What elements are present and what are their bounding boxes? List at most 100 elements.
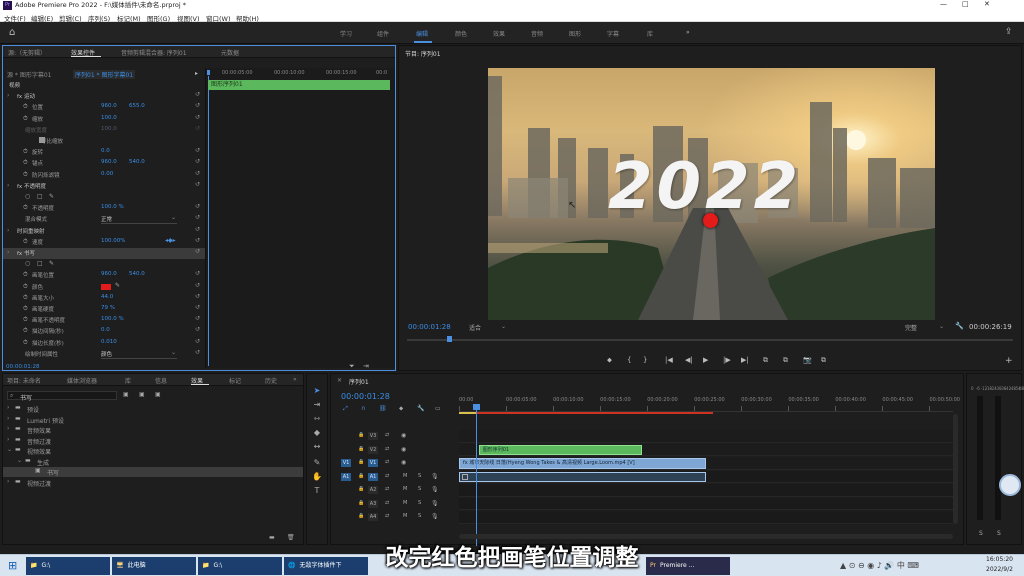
track-name[interactable]: A1 xyxy=(368,472,378,481)
effect-property-row[interactable]: ⏱ 描边长度(秒) 0.010 ↺ xyxy=(3,338,205,349)
eyedropper-icon[interactable]: ✎ xyxy=(115,282,120,289)
effect-property-value[interactable]: 0.0 xyxy=(101,327,110,333)
eye-icon[interactable]: ◉ xyxy=(401,446,406,453)
workspace-more[interactable]: » xyxy=(686,29,690,36)
reset-parameter-icon[interactable]: ↺ xyxy=(195,248,200,255)
workspace-audio[interactable]: 音频 xyxy=(531,29,543,38)
effect-property-row[interactable]: › 时间重映射 ↺ xyxy=(3,226,205,237)
reset-parameter-icon[interactable]: ↺ xyxy=(195,226,200,233)
stopwatch-icon[interactable]: ⏱ xyxy=(23,204,28,212)
accelerated-effects-icon[interactable]: ▣ xyxy=(123,391,129,398)
workspace-graphics[interactable]: 图形 xyxy=(569,29,581,38)
source-clip-label[interactable]: 源 * 图形字幕01 xyxy=(7,70,51,79)
lock-icon[interactable]: 🔒 xyxy=(358,500,364,506)
effects-tree-item[interactable]: › ▬ 预设 xyxy=(3,404,303,414)
effect-property-row[interactable]: ○ □ ✎ xyxy=(3,259,205,270)
effect-property-row[interactable]: 绘制时间属性 颜色 ⌄ ↺ xyxy=(3,349,205,360)
track-content[interactable] xyxy=(459,484,953,497)
effects-tree-item[interactable]: ⌄ ▬ 视频效果 xyxy=(3,446,303,456)
effect-property-value-2[interactable]: 540.0 xyxy=(129,159,145,165)
sync-lock-icon[interactable]: ⇄ xyxy=(385,473,389,479)
stopwatch-icon[interactable]: ⏱ xyxy=(23,339,28,347)
effect-property-row[interactable]: ⏱ 缩放 100.0 ↺ xyxy=(3,114,205,125)
project-tab[interactable]: 库 xyxy=(125,376,131,385)
solo-button[interactable]: S xyxy=(418,473,421,479)
brush-position-handle[interactable] xyxy=(703,213,718,228)
minimize-button[interactable]: — xyxy=(940,0,947,8)
dropdown-chevron-icon[interactable]: ⌄ xyxy=(171,214,176,221)
quality-dropdown[interactable]: 完整 xyxy=(905,323,917,332)
effect-property-row[interactable]: ⏱ 颜色 ✎ ↺ xyxy=(3,282,205,293)
reset-parameter-icon[interactable]: ↺ xyxy=(195,315,200,322)
disclosure-chevron-icon[interactable]: › xyxy=(7,249,9,256)
maximize-button[interactable]: □ xyxy=(962,0,969,8)
keyframe-nav-icon[interactable]: ◂◆▸ xyxy=(165,237,176,244)
stopwatch-icon[interactable]: ⏱ xyxy=(23,115,28,123)
sequence-clip-label[interactable]: 序列01 * 图形字幕01 xyxy=(73,70,136,79)
effect-property-row[interactable]: ⏱ 防闪烁滤镜 0.00 ↺ xyxy=(3,170,205,181)
chevron-down-icon[interactable]: ⌄ xyxy=(17,457,22,464)
chevron-right-icon[interactable]: › xyxy=(7,415,9,422)
pen-mask-icon[interactable]: ✎ xyxy=(49,193,54,200)
reset-parameter-icon[interactable]: ↺ xyxy=(195,114,200,121)
settings-wrench-icon[interactable]: 🔧 xyxy=(955,322,964,330)
program-monitor-tab[interactable]: 节目: 序列01 xyxy=(405,49,441,58)
reset-parameter-icon[interactable]: ↺ xyxy=(195,338,200,345)
effect-property-value[interactable]: 960.0 xyxy=(101,103,117,109)
track-name[interactable]: V2 xyxy=(368,445,378,454)
tab-source[interactable]: 源:（无剪辑） xyxy=(8,48,46,57)
sync-lock-icon[interactable]: ⇄ xyxy=(385,446,389,452)
workspace-color[interactable]: 颜色 xyxy=(455,29,467,38)
track-name[interactable]: A2 xyxy=(368,486,378,494)
effect-property-row[interactable]: › fx 运动 ↺ xyxy=(3,91,205,102)
effect-property-row[interactable]: ⏱ 旋转 0.0 ↺ xyxy=(3,147,205,158)
stopwatch-icon[interactable]: ⏱ xyxy=(23,171,28,179)
workspace-editing[interactable]: 编辑 xyxy=(416,29,428,38)
close-button[interactable]: ✕ xyxy=(984,0,990,8)
play-icon[interactable]: ▶ xyxy=(703,356,708,364)
effect-property-value-2[interactable]: 540.0 xyxy=(129,271,145,277)
clip-bar[interactable]: 图形序列01 xyxy=(208,80,390,90)
program-scrub-playhead[interactable] xyxy=(447,336,452,342)
pen-mask-icon[interactable]: ✎ xyxy=(49,260,54,267)
effect-property-value-2[interactable]: 655.0 xyxy=(129,103,145,109)
program-video-frame[interactable]: 2022 ↖ xyxy=(488,68,935,320)
effect-property-value[interactable]: 960.0 xyxy=(101,271,117,277)
add-marker-icon[interactable]: ⬥ xyxy=(607,356,612,365)
stopwatch-icon[interactable]: ⏱ xyxy=(23,294,28,302)
ripple-edit-tool-icon[interactable]: ⇿ xyxy=(312,414,322,424)
reset-parameter-icon[interactable]: ↺ xyxy=(195,349,200,356)
effect-property-row[interactable]: ⏱ 画笔不透明度 100.0 % ↺ xyxy=(3,315,205,326)
rect-mask-icon[interactable]: □ xyxy=(37,193,43,200)
sync-lock-icon[interactable]: ⇄ xyxy=(385,486,389,492)
timeline-ruler[interactable]: 00:00 00:00:05:00 00:00:10:00 00:00:15:00 00… xyxy=(459,396,960,412)
project-tab[interactable]: 历史 xyxy=(265,376,277,385)
microphone-icon[interactable]: 🎙 xyxy=(431,486,439,493)
track-content[interactable] xyxy=(459,497,953,510)
linked-selection-icon[interactable]: ⛓ xyxy=(379,405,387,412)
track-name[interactable]: A3 xyxy=(368,499,378,508)
effect-controls-timecode[interactable]: 00:00:01:28 xyxy=(6,364,40,370)
type-tool-icon[interactable]: T xyxy=(312,486,322,496)
effects-tree-item[interactable]: ⌄ ▬ 生成 xyxy=(3,457,303,467)
mute-button[interactable]: M xyxy=(403,486,407,492)
effect-property-value[interactable]: 100.0 % xyxy=(101,316,124,322)
effect-property-row[interactable]: 视频 xyxy=(3,80,205,91)
lock-icon[interactable]: 🔒 xyxy=(358,473,364,479)
slip-tool-icon[interactable]: ↔ xyxy=(312,442,322,452)
workspace-assembly[interactable]: 组件 xyxy=(377,29,389,38)
reset-parameter-icon[interactable]: ↺ xyxy=(195,158,200,165)
share-icon[interactable]: ⇪ xyxy=(1005,27,1013,37)
reset-parameter-icon[interactable]: ↺ xyxy=(195,282,200,289)
disclosure-chevron-icon[interactable]: › xyxy=(7,92,9,99)
effects-search-box[interactable]: ⌕ 书写 xyxy=(7,391,117,402)
lock-icon[interactable]: 🔒 xyxy=(358,513,364,519)
effect-property-row[interactable]: › fx 书写 ↺ xyxy=(3,248,205,259)
lock-icon[interactable]: 🔒 xyxy=(358,446,364,452)
tab-audio-mixer[interactable]: 音频剪辑混合器: 序列01 xyxy=(121,48,187,57)
compare-icon[interactable]: ⧉ xyxy=(821,356,826,365)
step-forward-icon[interactable]: |▶ xyxy=(723,356,731,364)
yuv-effects-icon[interactable]: ▣ xyxy=(155,391,161,398)
effects-search-input[interactable]: 书写 xyxy=(20,393,32,402)
effects-tree-item[interactable]: ▣ 书写 xyxy=(3,467,303,477)
